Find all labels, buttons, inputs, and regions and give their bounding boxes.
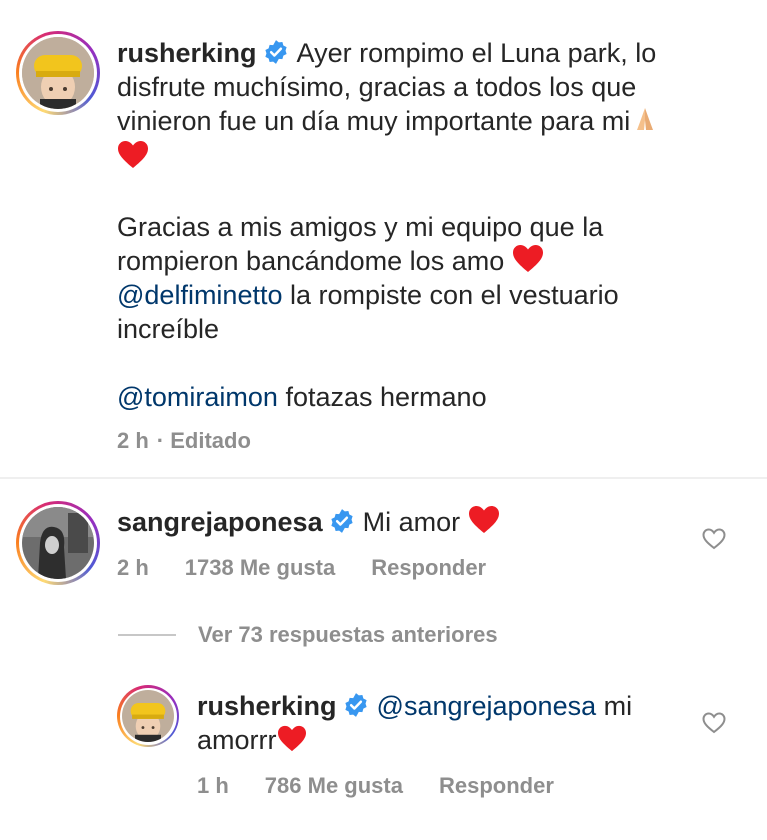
comment-body: sangrejaponesa Mi amor bbox=[117, 505, 500, 539]
post-caption-text-9: fotazas hermano bbox=[285, 382, 487, 412]
praying-hands-emoji-icon bbox=[637, 108, 654, 130]
heart-emoji-icon bbox=[277, 725, 306, 752]
verified-badge-icon bbox=[344, 693, 367, 717]
post-caption-line-4 bbox=[117, 140, 149, 174]
view-previous-replies[interactable]: Ver 73 respuestas anteriores bbox=[118, 622, 498, 648]
post-caption-line-5: Gracias a mis amigos y mi equipo que la bbox=[117, 212, 604, 242]
reply-text-end: mi bbox=[603, 691, 633, 721]
post-caption-line-8: increíble bbox=[117, 314, 220, 344]
comment-reply-button[interactable]: Responder bbox=[371, 555, 486, 580]
reply-text-line-2: amorrr bbox=[197, 725, 277, 755]
view-replies-label[interactable]: Ver 73 respuestas anteriores bbox=[198, 622, 498, 648]
verified-badge-icon bbox=[330, 509, 353, 533]
post-caption-text-1: Ayer rompimo el Luna park, lo bbox=[296, 38, 657, 68]
post-caption-text-3: vinieron fue un día muy importante para … bbox=[117, 106, 631, 136]
post-caption-text-6: rompieron bancándome los amo bbox=[117, 246, 505, 276]
post-timestamp: 2 h bbox=[117, 428, 149, 453]
heart-emoji-icon bbox=[468, 506, 499, 533]
post-caption-line-6: rompieron bancándome los amo bbox=[117, 244, 544, 278]
comment-timestamp: 2 h bbox=[117, 555, 149, 580]
sangrejaponesa-avatar-image bbox=[22, 507, 94, 579]
comment-avatar[interactable] bbox=[16, 501, 100, 585]
reply-body-line-1: rusherking @sangrejaponesa mi bbox=[197, 689, 632, 723]
reply-username[interactable]: rusherking bbox=[197, 691, 337, 721]
post-avatar[interactable] bbox=[16, 31, 100, 115]
comment-likes-count[interactable]: 1738 Me gusta bbox=[185, 555, 335, 580]
post-caption-text-7: la rompiste con el vestuario bbox=[290, 280, 619, 310]
like-heart-outline-icon[interactable] bbox=[702, 528, 726, 550]
comment-text: Mi amor bbox=[362, 507, 461, 537]
post-caption-line-7: @delfiminetto la rompiste con el vestuar… bbox=[117, 278, 619, 312]
comment-meta: 2 h 1738 Me gusta Responder bbox=[117, 555, 522, 581]
rusherking-avatar-image bbox=[22, 37, 94, 109]
section-divider bbox=[0, 477, 767, 479]
heart-emoji-icon bbox=[512, 245, 543, 272]
post-edited-label: · Editado bbox=[156, 428, 251, 453]
like-heart-outline-icon[interactable] bbox=[702, 712, 726, 734]
mention-link-tomiraimon[interactable]: @tomiraimon bbox=[117, 382, 278, 412]
comment-username[interactable]: sangrejaponesa bbox=[117, 507, 323, 537]
post-meta: 2 h · Editado bbox=[117, 428, 251, 454]
reply-reply-button[interactable]: Responder bbox=[439, 773, 554, 798]
mention-link-delfiminetto[interactable]: @delfiminetto bbox=[117, 280, 282, 310]
reply-likes-count[interactable]: 786 Me gusta bbox=[265, 773, 403, 798]
post-caption-line-9: @tomiraimon fotazas hermano bbox=[117, 380, 487, 414]
reply-avatar[interactable] bbox=[117, 685, 179, 747]
mention-link-sangrejaponesa[interactable]: @sangrejaponesa bbox=[377, 691, 597, 721]
heart-emoji-icon bbox=[118, 141, 148, 168]
reply-meta: 1 h 786 Me gusta Responder bbox=[197, 773, 590, 799]
post-caption-line-2: disfrute muchísimo, gracias a todos los … bbox=[117, 72, 637, 102]
reply-timestamp: 1 h bbox=[197, 773, 229, 798]
replies-divider-line bbox=[118, 634, 176, 636]
reply-body-line-2: amorrr bbox=[197, 723, 307, 757]
post-caption-line-1: rusherking Ayer rompimo el Luna park, lo bbox=[117, 36, 656, 70]
verified-badge-icon bbox=[264, 40, 287, 64]
post-caption-line-3: vinieron fue un día muy importante para … bbox=[117, 104, 660, 138]
rusherking-avatar-image bbox=[122, 690, 174, 742]
post-username[interactable]: rusherking bbox=[117, 38, 257, 68]
